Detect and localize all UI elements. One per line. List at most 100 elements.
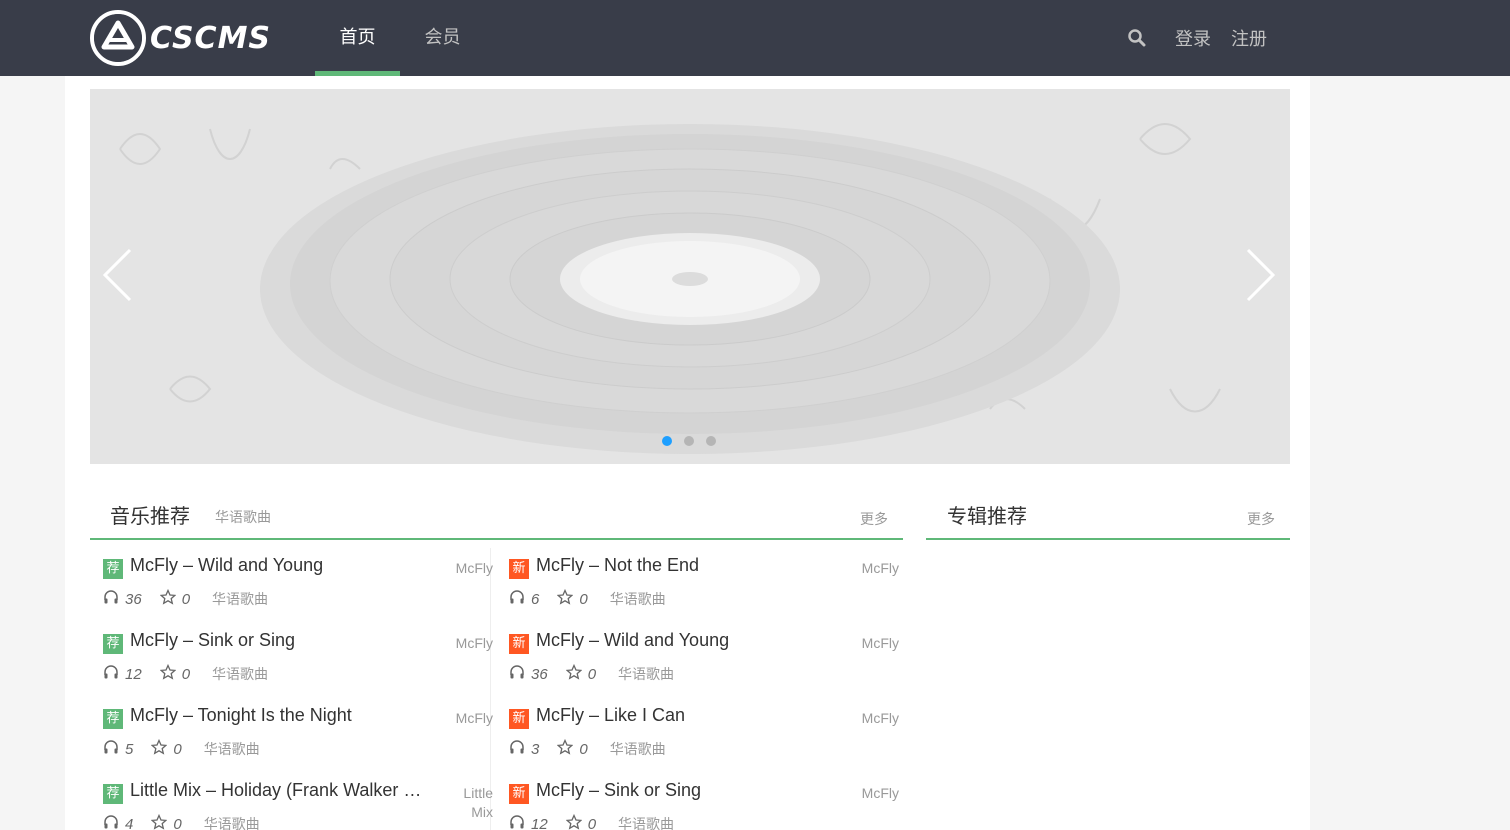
song-artist[interactable]: McFly — [456, 559, 493, 578]
headphones-icon — [509, 589, 525, 609]
favorite-count: 0 — [181, 590, 191, 608]
chevron-left-icon — [102, 248, 132, 302]
star-icon[interactable] — [151, 814, 168, 830]
play-count: 5 — [125, 740, 134, 758]
song-meta: 4 0 华语歌曲 — [103, 814, 260, 830]
headphones-icon — [103, 664, 119, 684]
star-icon[interactable] — [159, 589, 176, 609]
carousel-prev-button[interactable] — [100, 245, 140, 305]
favorite-count: 0 — [181, 665, 191, 683]
music-section-title: 音乐推荐 — [110, 504, 190, 528]
song-title[interactable]: Little Mix – Holiday (Frank Walker Remix… — [130, 780, 430, 801]
nav-home[interactable]: 首页 — [315, 0, 400, 76]
favorite-count: 0 — [587, 665, 597, 683]
song-category[interactable]: 华语歌曲 — [610, 739, 666, 759]
register-link[interactable]: 注册 — [1231, 25, 1267, 51]
song-artist[interactable]: McFly — [456, 634, 493, 653]
star-icon[interactable] — [565, 814, 582, 830]
song-meta: 36 0 华语歌曲 — [509, 664, 674, 684]
nav-member[interactable]: 会员 — [400, 0, 485, 76]
play-count: 6 — [531, 590, 540, 608]
music-more-link[interactable]: 更多 — [860, 509, 888, 529]
song-item[interactable]: 荐 Little Mix – Holiday (Frank Walker Remi… — [103, 780, 493, 830]
play-count: 12 — [125, 665, 142, 683]
headphones-icon — [509, 739, 525, 759]
song-artist[interactable]: McFly — [862, 559, 899, 578]
song-item[interactable]: 新 McFly – Like I Can McFly 3 0 华语歌曲 — [509, 705, 899, 780]
favorite-count: 0 — [579, 740, 588, 758]
song-meta: 12 0 华语歌曲 — [509, 814, 674, 830]
song-item[interactable]: 荐 McFly – Sink or Sing McFly 12 0 华语歌曲 — [103, 630, 493, 705]
song-title[interactable]: McFly – Like I Can — [536, 705, 685, 726]
song-title[interactable]: McFly – Sink or Sing — [130, 630, 295, 651]
new-badge: 新 — [509, 559, 529, 579]
song-item[interactable]: 新 McFly – Wild and Young McFly 36 0 华语歌曲 — [509, 630, 899, 705]
banner-carousel[interactable] — [90, 89, 1290, 464]
song-category[interactable]: 华语歌曲 — [618, 814, 674, 830]
login-link[interactable]: 登录 — [1175, 25, 1211, 51]
song-item[interactable]: 新 McFly – Not the End McFly 6 0 华语歌曲 — [509, 555, 899, 630]
song-title[interactable]: McFly – Not the End — [536, 555, 699, 576]
carousel-dot[interactable] — [706, 436, 716, 446]
song-artist[interactable]: McFly — [862, 784, 899, 803]
play-count: 36 — [531, 665, 548, 683]
favorite-count: 0 — [579, 590, 588, 608]
song-meta: 5 0 华语歌曲 — [103, 739, 260, 759]
carousel-indicators — [662, 436, 716, 446]
star-icon[interactable] — [151, 739, 168, 759]
play-count: 4 — [125, 815, 134, 830]
headphones-icon — [103, 814, 119, 830]
song-artist[interactable]: McFly — [862, 634, 899, 653]
carousel-next-button[interactable] — [1243, 245, 1283, 305]
recommend-badge: 荐 — [103, 559, 123, 579]
carousel-dot[interactable] — [684, 436, 694, 446]
song-item[interactable]: 荐 McFly – Wild and Young McFly 36 0 华语歌曲 — [103, 555, 493, 630]
logo-mark-icon — [90, 10, 146, 66]
top-header: CSCMS 首页 会员 登录 注册 — [0, 0, 1510, 76]
recommend-badge: 荐 — [103, 634, 123, 654]
play-count: 3 — [531, 740, 540, 758]
music-category-tab[interactable]: 华语歌曲 — [215, 507, 271, 527]
site-logo[interactable]: CSCMS — [90, 10, 271, 66]
chevron-right-icon — [1246, 248, 1276, 302]
play-count: 12 — [531, 815, 548, 830]
album-more-link[interactable]: 更多 — [1247, 509, 1275, 529]
song-category[interactable]: 华语歌曲 — [212, 664, 268, 684]
new-badge: 新 — [509, 784, 529, 804]
play-count: 36 — [125, 590, 142, 608]
favorite-count: 0 — [173, 740, 182, 758]
song-title[interactable]: McFly – Wild and Young — [130, 555, 323, 576]
song-title[interactable]: McFly – Wild and Young — [536, 630, 729, 651]
star-icon[interactable] — [565, 664, 582, 684]
logo-text: CSCMS — [150, 20, 272, 56]
headphones-icon — [509, 814, 525, 830]
song-category[interactable]: 华语歌曲 — [610, 589, 666, 609]
new-badge: 新 — [509, 709, 529, 729]
album-section-title: 专辑推荐 — [947, 504, 1027, 528]
song-artist[interactable]: McFly — [456, 709, 493, 728]
song-item[interactable]: 新 McFly – Sink or Sing McFly 12 0 华语歌曲 — [509, 780, 899, 830]
song-category[interactable]: 华语歌曲 — [204, 739, 260, 759]
favorite-count: 0 — [173, 815, 182, 830]
star-icon[interactable] — [557, 739, 574, 759]
star-icon[interactable] — [159, 664, 176, 684]
favorite-count: 0 — [587, 815, 597, 830]
song-title[interactable]: McFly – Sink or Sing — [536, 780, 701, 801]
song-artist[interactable]: Little Mix — [445, 784, 493, 822]
headphones-icon — [509, 664, 525, 684]
search-icon[interactable] — [1127, 28, 1147, 48]
song-category[interactable]: 华语歌曲 — [212, 589, 268, 609]
headphones-icon — [103, 739, 119, 759]
song-category[interactable]: 华语歌曲 — [618, 664, 674, 684]
song-title[interactable]: McFly – Tonight Is the Night — [130, 705, 352, 726]
song-meta: 6 0 华语歌曲 — [509, 589, 666, 609]
star-icon[interactable] — [557, 589, 574, 609]
song-meta: 3 0 华语歌曲 — [509, 739, 666, 759]
carousel-dot[interactable] — [662, 436, 672, 446]
song-category[interactable]: 华语歌曲 — [204, 814, 260, 830]
song-artist[interactable]: McFly — [862, 709, 899, 728]
song-meta: 36 0 华语歌曲 — [103, 589, 268, 609]
music-section-header — [90, 488, 903, 540]
song-item[interactable]: 荐 McFly – Tonight Is the Night McFly 5 0 华语歌曲 — [103, 705, 493, 780]
vinyl-record-image — [90, 89, 1290, 464]
